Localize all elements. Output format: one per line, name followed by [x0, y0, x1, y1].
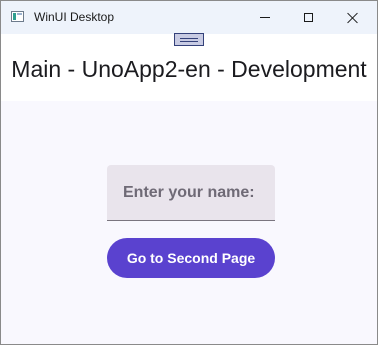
maximize-icon [303, 13, 313, 22]
app-window: WinUI Desktop Main - UnoApp2-en - Develo… [0, 0, 378, 345]
name-input[interactable] [107, 165, 275, 221]
toolbar-line [180, 41, 198, 42]
debug-toolbar-handle[interactable] [174, 33, 204, 46]
app-window-icon [11, 11, 24, 22]
minimize-button[interactable] [243, 1, 287, 34]
close-icon [347, 12, 358, 23]
minimize-icon [260, 17, 270, 18]
close-button[interactable] [330, 1, 374, 34]
page-title: Main - UnoApp2-en - Development [11, 56, 367, 82]
go-to-second-page-button[interactable]: Go to Second Page [107, 238, 275, 278]
maximize-button[interactable] [286, 1, 330, 34]
toolbar-line [180, 38, 198, 39]
title-bar[interactable]: WinUI Desktop [1, 1, 377, 34]
window-title: WinUI Desktop [34, 10, 115, 24]
